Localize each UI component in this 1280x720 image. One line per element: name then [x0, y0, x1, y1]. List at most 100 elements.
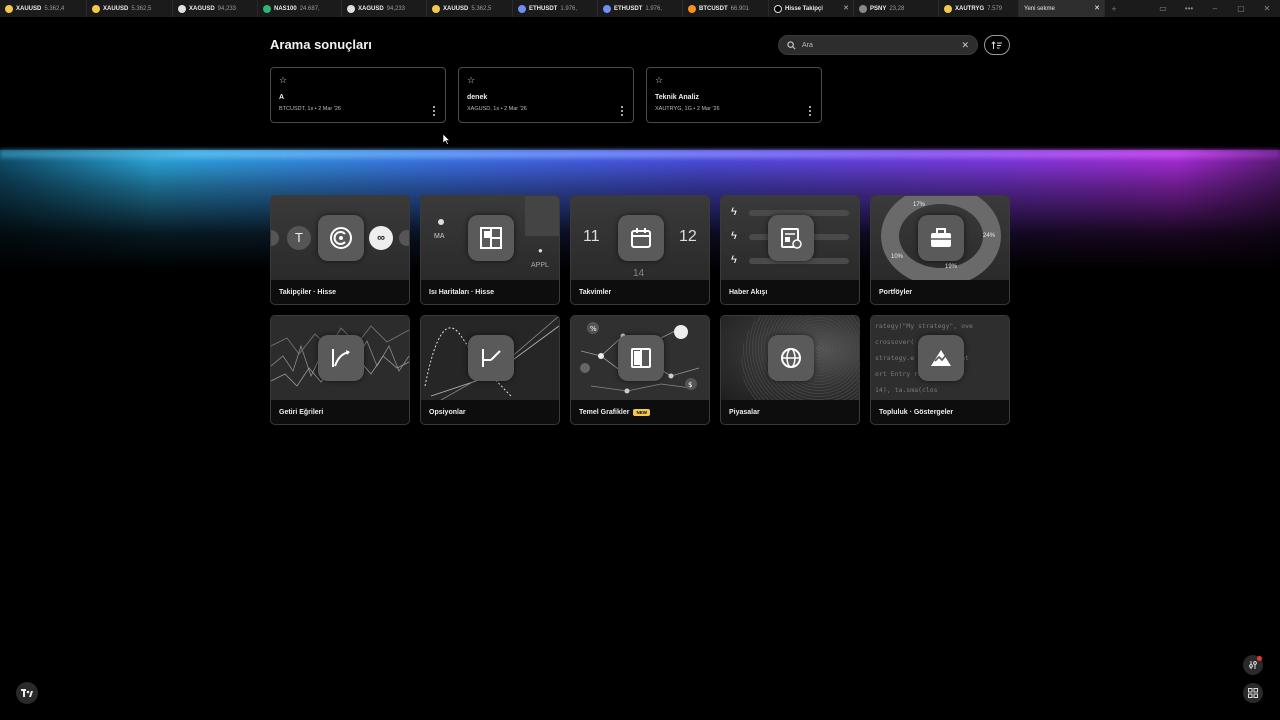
art-text-12: 12 — [679, 228, 697, 245]
coin-icon — [688, 4, 696, 13]
heatmap-icon — [468, 215, 514, 261]
feature-tile-options[interactable]: Opsiyonlar — [420, 315, 560, 425]
coin-icon — [92, 4, 100, 13]
tab-symbol: NAS100 — [274, 5, 297, 12]
art-text-19: 19% — [945, 264, 958, 270]
svg-text:%: % — [590, 325, 597, 333]
tab-11[interactable]: XAUTRYG 7.579 — [939, 0, 1019, 17]
tab-8[interactable]: BTCUSDT 66.901 — [683, 0, 769, 17]
layout-name: A — [279, 94, 285, 101]
search-bar[interactable]: ✕ — [778, 35, 978, 55]
tab-symbol: XAUUSD — [443, 5, 469, 12]
saved-layout-card[interactable]: ☆ Teknik Analiz XAUTRYG, 1G • 2 Mar '26 — [646, 67, 822, 123]
svg-text:$: $ — [688, 381, 692, 389]
tab-price: 24.687, — [299, 5, 320, 12]
stock-logo-icon — [859, 4, 867, 13]
news-icon — [768, 215, 814, 261]
star-icon[interactable]: ☆ — [467, 75, 625, 86]
art-text-ma: MA — [434, 233, 445, 240]
more-vertical-icon[interactable] — [432, 106, 435, 116]
tab-symbol: ETHUSDT — [529, 5, 558, 12]
tab-1[interactable]: XAUUSD 5.362,5 — [87, 0, 173, 17]
minimize-icon[interactable]: – — [1202, 4, 1228, 13]
alerts-button[interactable] — [1243, 655, 1263, 675]
clear-icon[interactable]: ✕ — [961, 40, 969, 51]
tile-label-text: Temel Grafikler — [579, 409, 630, 416]
feature-tile-community-indicators[interactable]: rategy("My strategy", ove crossover( clo… — [870, 315, 1010, 425]
search-input[interactable] — [802, 41, 962, 49]
coin-icon — [603, 4, 611, 13]
new-tab-icon[interactable]: + — [1105, 4, 1123, 14]
close-icon[interactable]: ✕ — [1094, 4, 1100, 12]
feature-tile-calendars[interactable]: 11 12 14 Takvimler — [570, 195, 710, 305]
tile-label-text: Getiri Eğrileri — [279, 409, 324, 416]
meta-logo-icon: ∞ — [369, 226, 393, 250]
heatmap-cell — [525, 196, 559, 236]
close-icon[interactable]: ✕ — [843, 4, 849, 12]
maximize-icon[interactable]: ▢ — [1228, 4, 1254, 13]
apps-grid-button[interactable] — [1243, 683, 1263, 703]
sliders-icon — [1249, 661, 1257, 669]
tab-9[interactable]: Hisse Takipçi ✕ — [769, 0, 854, 17]
saved-layout-card[interactable]: ☆ A BTCUSDT, 1s • 2 Mar '26 — [270, 67, 446, 123]
tab-10[interactable]: PSNY 23,28 — [854, 0, 939, 17]
feature-tile-screeners[interactable]: T ∞ Takipçiler · Hisse — [270, 195, 410, 305]
star-icon[interactable]: ☆ — [279, 75, 437, 86]
art-text-11: 11 — [583, 228, 600, 245]
tile-label-text: Piyasalar — [729, 409, 760, 416]
calendar-icon — [618, 215, 664, 261]
tile-label: Temel Grafikler NEW — [579, 409, 650, 416]
more-vertical-icon[interactable] — [808, 106, 811, 116]
new-badge: NEW — [633, 409, 650, 416]
feature-tile-heatmaps[interactable]: MA ● APPL Isı Haritaları · Hisse — [420, 195, 560, 305]
tile-label-text: Portföyler — [879, 289, 913, 296]
art-text-10: 10% — [891, 254, 904, 260]
community-icon — [918, 335, 964, 381]
radar-icon — [318, 215, 364, 261]
tab-symbol: XAUTRYG — [955, 5, 985, 12]
tab-7[interactable]: ETHUSDT 1.976, — [598, 0, 683, 17]
browser-tab-bar: XAUUSD 5.362,4 XAUUSD 5.362,5 XAGUSD 94,… — [0, 0, 1280, 17]
coin-icon — [263, 4, 271, 13]
tab-6[interactable]: ETHUSDT 1.976, — [513, 0, 598, 17]
coin-icon — [5, 4, 13, 13]
feature-tile-news-flow[interactable]: ϟ ϟ ϟ Haber Akışı — [720, 195, 860, 305]
tab-0[interactable]: XAUUSD 5.362,4 — [0, 0, 87, 17]
layout-icon[interactable]: ▭ — [1150, 4, 1176, 13]
star-icon[interactable]: ☆ — [655, 75, 813, 86]
tradingview-logo-icon[interactable] — [16, 682, 38, 704]
tab-3[interactable]: NAS100 24.687, — [258, 0, 342, 17]
layout-meta: XAGUSD, 1s • 2 Mar '26 — [467, 106, 527, 112]
tile-label: Opsiyonlar — [429, 409, 466, 416]
tile-label-text: Topluluk · Göstergeler — [879, 409, 954, 416]
code-line: 14), ta.sma(clos — [875, 386, 938, 394]
target-icon — [774, 4, 782, 13]
layout-meta: XAUTRYG, 1G • 2 Mar '26 — [655, 106, 720, 112]
lightning-icon: ϟ — [731, 206, 737, 218]
tab-12-active[interactable]: Yeni sekme ✕ — [1019, 0, 1105, 17]
sort-button[interactable] — [984, 35, 1010, 55]
tile-label: Takipçiler · Hisse — [279, 289, 336, 296]
more-icon[interactable]: ••• — [1176, 4, 1202, 13]
more-vertical-icon[interactable] — [620, 106, 623, 116]
tab-price: 94,233 — [386, 5, 406, 12]
mouse-cursor-icon — [443, 134, 451, 145]
feature-tile-markets[interactable]: Piyasalar — [720, 315, 860, 425]
tesla-logo-icon: T — [287, 226, 311, 250]
window-close-icon[interactable]: ✕ — [1254, 4, 1280, 13]
tab-symbol: XAGUSD — [358, 5, 384, 12]
tile-label-text: Isı Haritaları · Hisse — [429, 289, 494, 296]
tile-label-text: Takvimler — [579, 289, 612, 296]
art-text-appl: APPL — [531, 262, 549, 269]
feature-tile-fundamental-charts[interactable]: % $ Temel Grafikler NEW — [570, 315, 710, 425]
saved-layout-card[interactable]: ☆ denek XAGUSD, 1s • 2 Mar '26 — [458, 67, 634, 123]
tile-label-text: Haber Akışı — [729, 289, 768, 296]
feature-tile-portfolios[interactable]: 17% 24% 10% 19% Portföyler — [870, 195, 1010, 305]
feature-tile-yield-curves[interactable]: Getiri Eğrileri — [270, 315, 410, 425]
hero-gradient-glow — [0, 150, 1280, 158]
tab-symbol: XAUUSD — [16, 5, 42, 12]
tab-2[interactable]: XAGUSD 94,233 — [173, 0, 258, 17]
tab-4[interactable]: XAGUSD 94,233 — [342, 0, 427, 17]
lightning-icon: ϟ — [731, 254, 737, 266]
tab-5[interactable]: XAUUSD 5.362,5 — [427, 0, 513, 17]
